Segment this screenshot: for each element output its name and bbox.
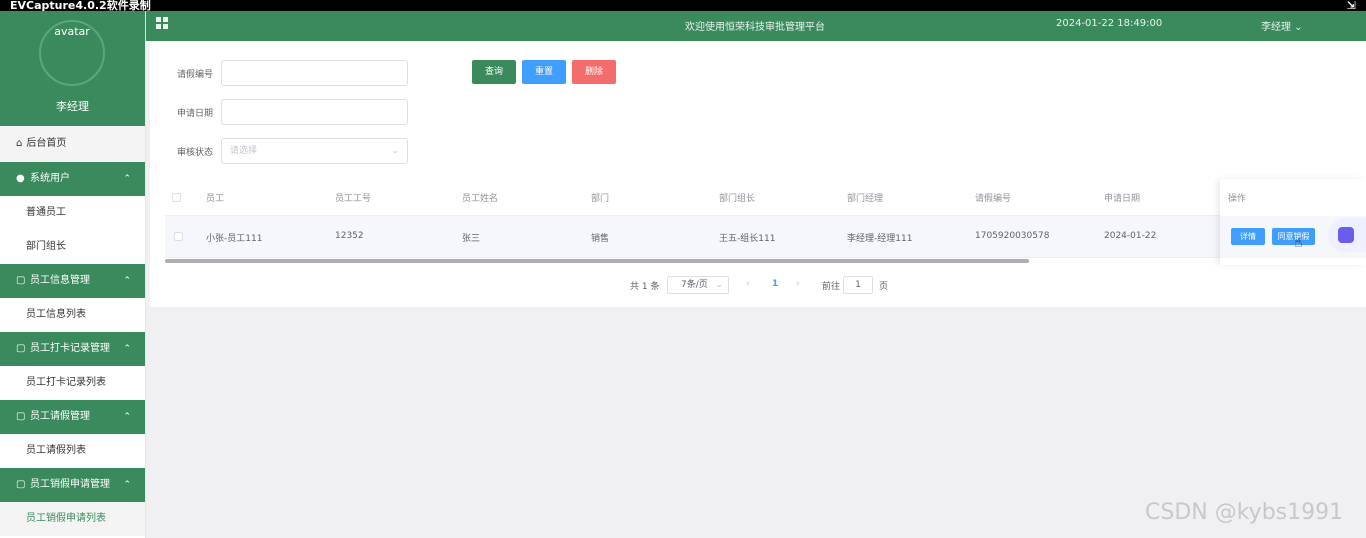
prev-page-button[interactable]: ‹: [746, 279, 750, 289]
recorder-title: EVCapture4.0.2软件录制: [10, 0, 151, 12]
user-icon: ●: [16, 173, 25, 184]
cell-leave-no: 1705920030578: [975, 231, 1050, 241]
avatar[interactable]: avatar: [39, 20, 105, 86]
column-header: 部门经理: [847, 194, 884, 204]
sidebar-group-label: 员工信息管理: [30, 275, 90, 286]
horizontal-scrollbar[interactable]: [165, 259, 1029, 263]
welcome-text: 欢迎使用恒荣科技审批管理平台: [685, 22, 825, 33]
sidebar: avatar 李经理 ⌂ 后台首页 ● 系统用户 ⌃ 普通员工 部门组长 ▢ 员工信息管…: [0, 11, 146, 538]
sidebar-item-leave-list[interactable]: 员工请假列表: [0, 434, 145, 468]
sidebar-group-label: 员工打卡记录管理: [30, 343, 110, 354]
column-header: 申请日期: [1104, 194, 1141, 204]
avatar-text: avatar: [54, 25, 90, 38]
sidebar-group-label: 员工销假申请管理: [30, 479, 110, 490]
pagination-total: 共 1 条: [630, 282, 660, 292]
sidebar-item-leave-cancel-list[interactable]: 员工销假申请列表: [0, 502, 145, 536]
apply-date-label: 申请日期: [177, 109, 214, 119]
column-header: 员工工号: [335, 194, 372, 204]
apply-date-input[interactable]: [221, 99, 408, 125]
column-header: 请假编号: [975, 194, 1012, 204]
sidebar-user-name: 李经理: [56, 100, 89, 113]
header-datetime: 2024-01-22 18:49:00: [1056, 18, 1163, 29]
chevron-down-icon: ⌄: [715, 280, 723, 290]
cell-employee-name: 张三: [462, 234, 481, 244]
main-content: 请假编号 申请日期 审核状态 请选择 ⌄ 查询 重置 删除 员工 员工工号 员工…: [150, 42, 1366, 307]
home-icon: ⌂: [16, 138, 23, 149]
cell-employee-no: 12352: [335, 231, 364, 241]
chevron-up-icon: ⌃: [123, 276, 131, 286]
cell-employee: 小张-员工111: [206, 234, 263, 244]
column-header: 部门: [591, 194, 610, 204]
page-size-select[interactable]: 7条/页 ⌄: [667, 276, 729, 294]
page-number-current[interactable]: 1: [772, 279, 778, 289]
page-unit-label: 页: [879, 282, 889, 292]
leave-no-label: 请假编号: [177, 70, 214, 80]
column-header: 员工姓名: [462, 194, 499, 204]
sidebar-item-team-leader[interactable]: 部门组长: [0, 230, 145, 264]
chevron-down-icon: ⌄: [391, 146, 399, 156]
floating-assistant-button[interactable]: [1328, 218, 1366, 252]
column-header: 员工: [206, 194, 225, 204]
leave-cancel-table: 员工 员工工号 员工姓名 部门 部门组长 部门经理 请假编号 申请日期 小张-员…: [165, 180, 1350, 264]
sidebar-item-attendance-list[interactable]: 员工打卡记录列表: [0, 366, 145, 400]
sidebar-group-attendance[interactable]: ▢ 员工打卡记录管理 ⌃: [0, 332, 145, 366]
edit-icon: ▢: [16, 343, 26, 354]
recorder-title-bar: EVCapture4.0.2软件录制 ⇲: [0, 0, 1366, 11]
cell-department: 销售: [591, 234, 610, 244]
chevron-down-icon: ⌄: [1291, 22, 1303, 33]
sidebar-group-leave-cancel[interactable]: ▢ 员工销假申请管理 ⌃: [0, 468, 145, 502]
chevron-up-icon: ⌃: [123, 174, 131, 184]
header-user-name: 李经理: [1261, 22, 1291, 33]
leave-no-input[interactable]: [221, 60, 408, 86]
sidebar-group-employee-info[interactable]: ▢ 员工信息管理 ⌃: [0, 264, 145, 298]
sidebar-item-employee-info-list[interactable]: 员工信息列表: [0, 298, 145, 332]
reset-button[interactable]: 重置: [522, 60, 566, 84]
sidebar-group-system-users[interactable]: ● 系统用户 ⌃: [0, 162, 145, 196]
edit-icon: ▢: [16, 275, 26, 286]
profile-panel: avatar 李经理: [0, 11, 145, 126]
sidebar-group-leave[interactable]: ▢ 员工请假管理 ⌃: [0, 400, 145, 434]
sidebar-group-label: 员工请假管理: [30, 411, 90, 422]
next-page-button[interactable]: ›: [796, 279, 800, 289]
chevron-up-icon: ⌃: [123, 412, 131, 422]
cell-manager: 李经理-经理111: [847, 234, 913, 244]
sidebar-item-home[interactable]: ⌂ 后台首页: [0, 126, 145, 162]
status-placeholder: 请选择: [230, 146, 258, 156]
status-label: 审核状态: [177, 148, 214, 158]
sidebar-item-normal-employee[interactable]: 普通员工: [0, 196, 145, 230]
shrink-icon[interactable]: ⇲: [1347, 0, 1356, 11]
column-header: 部门组长: [719, 194, 756, 204]
select-all-checkbox[interactable]: [172, 193, 181, 202]
menu-grid-icon[interactable]: [156, 17, 169, 30]
goto-page-input[interactable]: 1: [843, 276, 873, 294]
edit-icon: ▢: [16, 479, 26, 490]
table-header: 员工 员工工号 员工姓名 部门 部门组长 部门经理 请假编号 申请日期: [165, 180, 1350, 216]
chevron-up-icon: ⌃: [123, 344, 131, 354]
cell-team-leader: 王五-组长111: [719, 234, 776, 244]
top-header: 欢迎使用恒荣科技审批管理平台 2024-01-22 18:49:00 李经理 ⌄: [146, 11, 1366, 41]
column-header: 操作: [1228, 194, 1247, 204]
sidebar-item-label: 后台首页: [26, 138, 67, 149]
row-checkbox[interactable]: [174, 232, 183, 241]
chevron-up-icon: ⌃: [123, 480, 131, 490]
page-size-value: 7条/页: [681, 280, 708, 290]
edit-icon: ▢: [16, 411, 26, 422]
delete-button[interactable]: 删除: [572, 60, 616, 84]
hand-cursor-icon: ☝: [1294, 235, 1303, 251]
watermark: CSDN @kybs1991: [1145, 500, 1344, 525]
status-select[interactable]: 请选择 ⌄: [221, 138, 408, 164]
header-user-dropdown[interactable]: 李经理 ⌄: [1261, 18, 1303, 33]
table-row[interactable]: 小张-员工111 12352 张三 销售 王五-组长111 李经理-经理111 …: [165, 216, 1350, 258]
detail-button[interactable]: 详情: [1231, 228, 1265, 245]
query-button[interactable]: 查询: [472, 60, 516, 84]
cell-apply-date: 2024-01-22: [1104, 231, 1157, 241]
sidebar-group-label: 系统用户: [30, 173, 70, 184]
goto-label: 前往: [822, 282, 841, 292]
assistant-icon: [1338, 227, 1354, 243]
